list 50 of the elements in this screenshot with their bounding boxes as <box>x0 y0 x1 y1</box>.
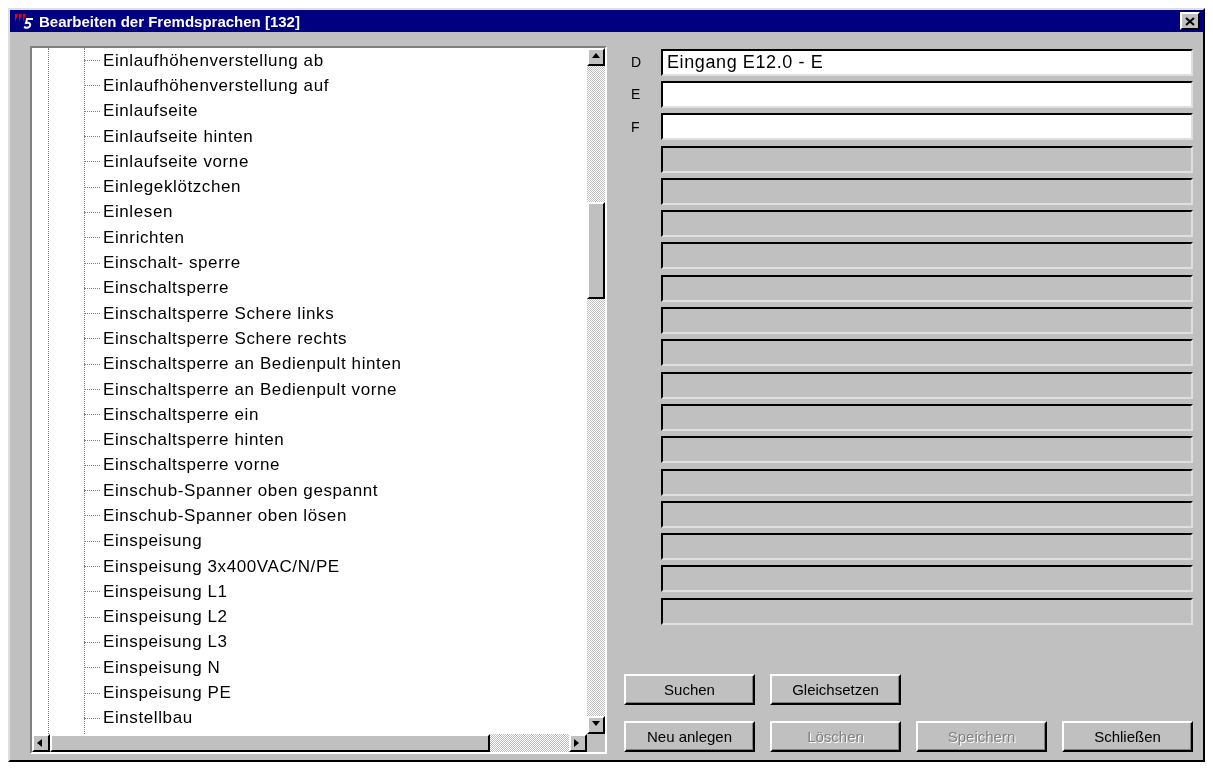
app-logo-icon <box>13 12 35 30</box>
tree-item[interactable]: Einspeisung 3x400VAC/N/PE <box>103 556 340 577</box>
vertical-scrollbar[interactable] <box>587 48 605 734</box>
scroll-thumb[interactable] <box>587 202 605 299</box>
tree-item[interactable]: Einschaltsperre an Bedienpult hinten <box>103 354 402 375</box>
scroll-left-button[interactable] <box>32 734 50 752</box>
tree-item[interactable]: Einschaltsperre Schere links <box>103 303 335 324</box>
dialog-button[interactable]: Gleichsetzen <box>770 674 901 705</box>
tree-item[interactable]: Einlaufhöhenverstellung ab <box>103 50 324 71</box>
translation-field[interactable] <box>661 80 1193 108</box>
scroll-down-button[interactable] <box>587 716 605 734</box>
scroll-right-button[interactable] <box>569 734 587 752</box>
tree-item[interactable]: Einspeisung N <box>103 657 221 678</box>
close-icon <box>1185 16 1195 26</box>
tree-item[interactable]: Einspeisung L2 <box>103 607 228 628</box>
close-button[interactable] <box>1180 12 1200 30</box>
language-label: E <box>630 86 642 103</box>
language-label: F <box>630 118 641 135</box>
tree-item[interactable]: Einlesen <box>103 202 173 223</box>
tree-item[interactable]: Einspeisung L1 <box>103 581 228 602</box>
tree-item[interactable]: Einspeisung <box>103 531 203 552</box>
dialog-button[interactable]: Suchen <box>624 674 755 705</box>
tree-item[interactable]: Einstellbau <box>103 708 193 729</box>
tree-item[interactable]: Einschub-Spanner oben lösen <box>103 506 347 526</box>
window-title: Bearbeiten der Fremdsprachen [132] <box>39 12 301 30</box>
tree-item[interactable]: Einlaufseite vorne <box>103 151 249 172</box>
dialog-button[interactable]: Schließen <box>1062 721 1193 752</box>
tree-item[interactable]: Einschaltsperre vorne <box>103 455 280 476</box>
tree-item[interactable]: Einschaltsperre ein <box>103 404 259 425</box>
tree-item[interactable]: Einschaltsperre hinten <box>103 430 285 451</box>
tree-item[interactable]: Einrichten <box>103 227 185 248</box>
tree-item[interactable]: Einspeisung L3 <box>103 632 228 653</box>
language-label: D <box>630 54 643 71</box>
tree-item[interactable]: Einlaufseite hinten <box>103 126 254 147</box>
tree-item[interactable]: Einschaltsperre <box>103 278 230 299</box>
tree-item[interactable]: Einspeisung PE <box>103 683 232 704</box>
tree-item[interactable]: Einschaltsperre Schere rechts <box>103 328 348 349</box>
translation-field[interactable] <box>661 113 1193 141</box>
scroll-thumb[interactable] <box>50 734 490 752</box>
tree-item[interactable]: Einschalt- sperre <box>103 253 241 273</box>
dialog-button[interactable]: Neu anlegen <box>624 721 755 752</box>
scrollbar-corner <box>587 734 605 752</box>
scroll-up-button[interactable] <box>587 48 605 66</box>
tree-item[interactable]: Einschub-Spanner oben gespannt <box>103 480 379 501</box>
horizontal-scrollbar[interactable] <box>32 734 587 752</box>
tree-item[interactable]: Einlaufseite <box>103 101 199 122</box>
tree-item[interactable]: Einlaufhöhenverstellung auf <box>103 75 330 96</box>
tree-item[interactable]: Einschaltsperre an Bedienpult vorne <box>103 379 398 400</box>
tree-item[interactable]: Einlegeklötzchen <box>103 177 242 198</box>
translation-field[interactable]: Eingang E12.0 - E <box>661 48 1193 76</box>
